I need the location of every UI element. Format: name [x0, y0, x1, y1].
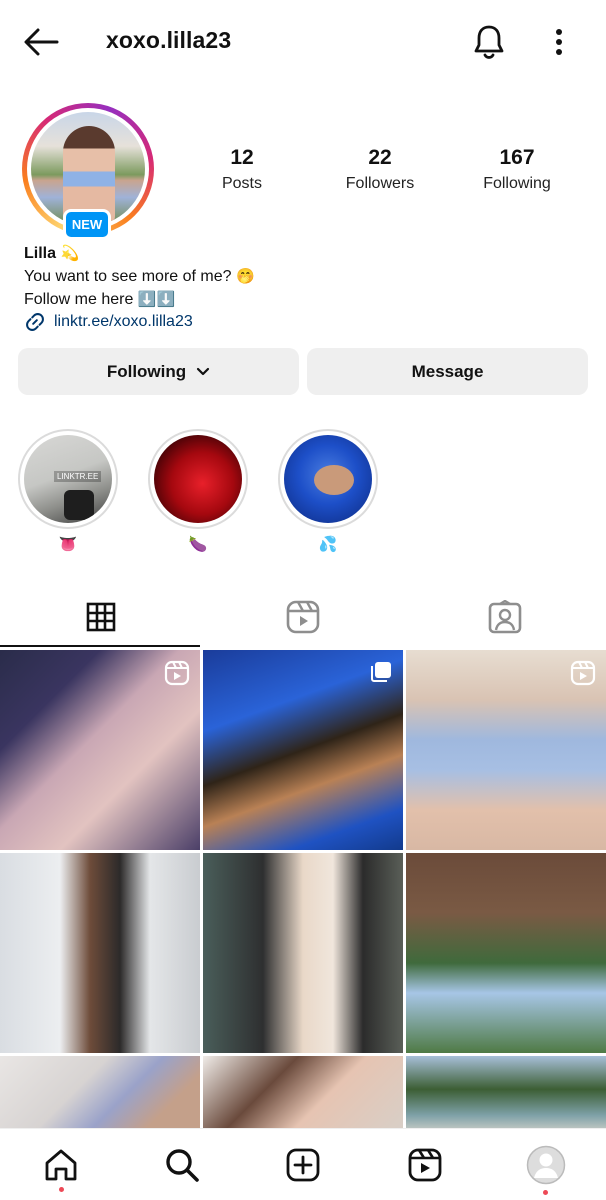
bio-line-2: Follow me here ⬇️⬇️ — [24, 288, 584, 311]
posts-grid-icon — [86, 602, 116, 632]
bio-link-text[interactable]: linktr.ee/xoxo.lilla23 — [54, 311, 193, 333]
active-tab-indicator — [0, 645, 200, 647]
bio-link[interactable]: linktr.ee/xoxo.lilla23 — [24, 311, 584, 333]
stat-value: 12 — [230, 146, 254, 169]
reel-icon — [570, 660, 596, 686]
profile-avatar — [526, 1145, 566, 1185]
story-highlight[interactable]: 🍆 — [148, 429, 248, 553]
post-thumbnail[interactable] — [0, 650, 200, 850]
more-vertical-icon — [556, 29, 562, 55]
display-name: Lilla — [24, 245, 57, 262]
nav-profile[interactable] — [524, 1143, 568, 1187]
arrow-left-icon — [24, 28, 59, 56]
notification-dot — [543, 1190, 548, 1195]
bio-emoji: 🤭 — [235, 267, 255, 285]
home-icon — [45, 1149, 77, 1181]
bio-text: You want to see more of me? — [24, 268, 232, 285]
following-button-label: Following — [106, 361, 187, 381]
story-highlight[interactable]: 💦 — [278, 429, 378, 553]
tab-reels[interactable] — [202, 587, 404, 647]
message-button-label: Message — [411, 361, 484, 381]
notification-dot — [59, 1187, 64, 1192]
highlight-overlay-text: LINKTR.EE — [54, 471, 102, 482]
message-button[interactable]: Message — [307, 348, 588, 395]
link-icon — [26, 313, 44, 331]
tab-tagged[interactable] — [404, 587, 606, 647]
highlight-caption: 💦 — [318, 535, 338, 553]
profile-bio: Lilla 💫 You want to see more of me? 🤭 Fo… — [24, 242, 584, 333]
post-thumbnail[interactable] — [0, 853, 200, 1053]
stat-label: Followers — [345, 175, 415, 192]
post-thumbnail[interactable] — [406, 650, 606, 850]
bell-icon — [474, 25, 504, 59]
highlight-cover — [284, 435, 372, 523]
top-bar: xoxo.lilla23 — [0, 0, 606, 84]
story-highlight[interactable]: LINKTR.EE 👅 — [18, 429, 118, 553]
bottom-navigation — [0, 1128, 606, 1200]
highlight-caption: 🍆 — [188, 535, 208, 553]
reels-icon — [286, 600, 320, 634]
nav-search[interactable] — [160, 1143, 204, 1187]
stat-value: 167 — [499, 146, 535, 169]
post-thumbnail[interactable] — [0, 1056, 200, 1130]
post-thumbnail[interactable] — [203, 1056, 403, 1130]
post-thumbnail[interactable] — [406, 853, 606, 1053]
following-count[interactable]: 167 Following — [457, 146, 577, 193]
back-button[interactable] — [20, 24, 62, 60]
create-icon — [286, 1148, 320, 1182]
bio-emoji: ⬇️⬇️ — [137, 290, 176, 308]
nav-home[interactable] — [39, 1143, 83, 1187]
highlight-cover: LINKTR.EE — [24, 435, 112, 523]
profile-username[interactable]: xoxo.lilla23 — [106, 27, 231, 54]
chevron-down-icon — [197, 367, 210, 375]
reel-icon — [164, 660, 190, 686]
following-button[interactable]: Following — [18, 348, 299, 395]
post-thumbnail[interactable] — [203, 853, 403, 1053]
post-thumbnail[interactable] — [406, 1056, 606, 1130]
more-options-button[interactable] — [543, 22, 575, 62]
nav-reels[interactable] — [403, 1143, 447, 1187]
bio-name-row: Lilla 💫 — [24, 242, 584, 265]
tagged-icon — [488, 600, 522, 634]
stat-label: Posts — [221, 175, 262, 192]
followers-count[interactable]: 22 Followers — [320, 146, 440, 193]
bio-line-1: You want to see more of me? 🤭 — [24, 265, 584, 288]
search-icon — [166, 1149, 199, 1182]
tab-posts-grid[interactable] — [0, 587, 202, 647]
notifications-button[interactable] — [469, 22, 509, 62]
bio-text: Follow me here — [24, 291, 134, 308]
nav-create[interactable] — [281, 1143, 325, 1187]
carousel-icon — [371, 662, 391, 682]
posts-count: 12 Posts — [182, 146, 302, 193]
new-story-badge: NEW — [63, 209, 111, 240]
name-emoji: 💫 — [60, 244, 80, 262]
reels-icon — [408, 1148, 442, 1182]
highlight-cover — [154, 435, 242, 523]
highlight-caption: 👅 — [58, 535, 78, 553]
post-thumbnail[interactable] — [203, 650, 403, 850]
stat-label: Following — [483, 175, 551, 192]
stat-value: 22 — [368, 146, 392, 169]
